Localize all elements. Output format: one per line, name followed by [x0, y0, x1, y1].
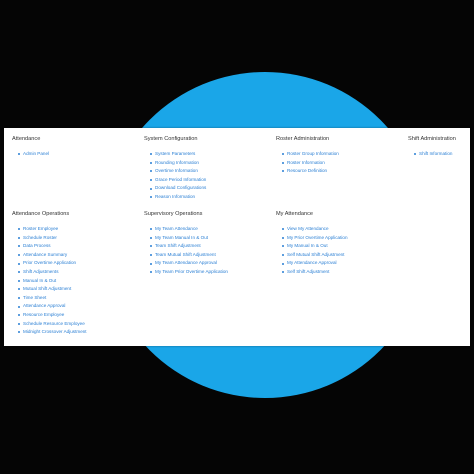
bullet-icon — [150, 196, 152, 199]
menu-link-download-configurations[interactable]: Download Configurations — [144, 184, 206, 193]
menu-panel: Attendance Admin Panel System Configurat… — [4, 128, 470, 346]
bullet-icon — [18, 236, 20, 239]
menu-link-rounding-information[interactable]: Rounding Information — [144, 159, 206, 168]
menu-link-self-mutual-shift-adjustment[interactable]: Self Mutual Shift Adjustment — [276, 251, 348, 260]
bullet-icon — [414, 153, 416, 156]
bullet-icon — [150, 153, 152, 156]
section-supervisory-operations: Supervisory Operations My Team Attendanc… — [144, 211, 228, 277]
menu-link-overtime-information[interactable]: Overtime Information — [144, 167, 206, 176]
section-title: My Attendance — [276, 211, 314, 217]
menu-link-my-prior-overtime-application[interactable]: My Prior Overtime Application — [276, 234, 348, 243]
section-title: Roster Administration — [276, 136, 330, 142]
bullet-icon — [150, 179, 152, 182]
menu-link-roster-information[interactable]: Roster Information — [276, 159, 339, 168]
menu-link-shift-adjustments[interactable]: Shift Adjustments — [12, 268, 87, 277]
menu-link-my-team-attendance[interactable]: My Team Attendance — [144, 225, 228, 234]
bullet-icon — [18, 153, 20, 156]
bullet-icon — [282, 161, 284, 164]
bullet-icon — [18, 279, 20, 282]
section-title: Shift Administration — [408, 136, 456, 142]
menu-link-data-process[interactable]: Data Process — [12, 242, 87, 251]
menu-link-system-parameters[interactable]: System Parameters — [144, 150, 206, 159]
bullet-icon — [18, 297, 20, 300]
bullet-icon — [150, 170, 152, 173]
menu-link-shift-information[interactable]: Shift Information — [408, 150, 456, 159]
menu-link-manual-in-out[interactable]: Manual In & Out — [12, 277, 87, 286]
bullet-icon — [282, 170, 284, 173]
menu-link-attendance-approval[interactable]: Attendance Approval — [12, 302, 87, 311]
bullet-icon — [18, 228, 20, 231]
bullet-icon — [150, 254, 152, 257]
menu-link-my-team-prior-overtime-application[interactable]: My Team Prior Overtime Application — [144, 268, 228, 277]
menu-link-midnight-crossover-adjustment[interactable]: Midnight Crossover Adjustment — [12, 328, 87, 337]
menu-link-attendance-summary[interactable]: Attendance Summary — [12, 251, 87, 260]
section-attendance: Attendance Admin Panel — [12, 136, 49, 159]
bullet-icon — [18, 271, 20, 274]
section-system-configuration: System Configuration System Parameters R… — [144, 136, 206, 202]
bullet-icon — [18, 254, 20, 257]
bullet-icon — [18, 322, 20, 325]
menu-link-time-sheet[interactable]: Time Sheet — [12, 294, 87, 303]
menu-link-grace-period-information[interactable]: Grace Period Information — [144, 176, 206, 185]
section-title: Attendance Operations — [12, 211, 70, 217]
section-shift-administration: Shift Administration Shift Information — [408, 136, 456, 159]
bullet-icon — [18, 305, 20, 308]
bullet-icon — [282, 245, 284, 248]
bullet-icon — [282, 153, 284, 156]
bullet-icon — [282, 228, 284, 231]
menu-link-roster-group-information[interactable]: Roster Group Information — [276, 150, 339, 159]
menu-link-resource-employee[interactable]: Resource Employee — [12, 311, 87, 320]
bullet-icon — [150, 161, 152, 164]
menu-link-my-team-attendance-approval[interactable]: My Team Attendance Approval — [144, 259, 228, 268]
bullet-icon — [150, 228, 152, 231]
section-title: Attendance — [12, 136, 41, 142]
menu-link-my-manual-in-out[interactable]: My Manual In & Out — [276, 242, 348, 251]
bullet-icon — [150, 236, 152, 239]
section-roster-administration: Roster Administration Roster Group Infor… — [276, 136, 339, 176]
bullet-icon — [18, 245, 20, 248]
menu-link-team-mutual-shift-adjustment[interactable]: Team Mutual Shift Adjustment — [144, 251, 228, 260]
bullet-icon — [18, 262, 20, 265]
menu-link-schedule-resource-employee[interactable]: Schedule Resource Employee — [12, 320, 87, 329]
menu-link-my-attendance-approval[interactable]: My Attendance Approval — [276, 259, 348, 268]
bullet-icon — [150, 262, 152, 265]
section-title: System Configuration — [144, 136, 198, 142]
menu-link-my-team-manual-in-out[interactable]: My Team Manual In & Out — [144, 234, 228, 243]
menu-link-mutual-shift-adjustment[interactable]: Mutual Shift Adjustment — [12, 285, 87, 294]
bullet-icon — [282, 236, 284, 239]
bullet-icon — [282, 254, 284, 257]
bullet-icon — [282, 271, 284, 274]
menu-link-admin-panel[interactable]: Admin Panel — [12, 150, 49, 159]
bullet-icon — [150, 187, 152, 190]
bullet-icon — [18, 288, 20, 291]
bullet-icon — [18, 314, 20, 317]
menu-link-team-shift-adjustment[interactable]: Team Shift Adjustment — [144, 242, 228, 251]
bullet-icon — [150, 271, 152, 274]
bullet-icon — [18, 331, 20, 334]
menu-link-roster-employee[interactable]: Roster Employee — [12, 225, 87, 234]
menu-link-reason-information[interactable]: Reason Information — [144, 193, 206, 202]
menu-link-resource-definition[interactable]: Resource Definition — [276, 167, 339, 176]
menu-link-view-my-attendance[interactable]: View My Attendance — [276, 225, 348, 234]
section-my-attendance: My Attendance View My Attendance My Prio… — [276, 211, 348, 277]
section-attendance-operations: Attendance Operations Roster Employee Sc… — [12, 211, 87, 337]
bullet-icon — [150, 245, 152, 248]
bullet-icon — [282, 262, 284, 265]
menu-link-schedule-roster[interactable]: Schedule Roster — [12, 234, 87, 243]
section-title: Supervisory Operations — [144, 211, 203, 217]
menu-link-prior-overtime-application[interactable]: Prior Overtime Application — [12, 259, 87, 268]
menu-link-self-shift-adjustment[interactable]: Self Shift Adjustment — [276, 268, 348, 277]
